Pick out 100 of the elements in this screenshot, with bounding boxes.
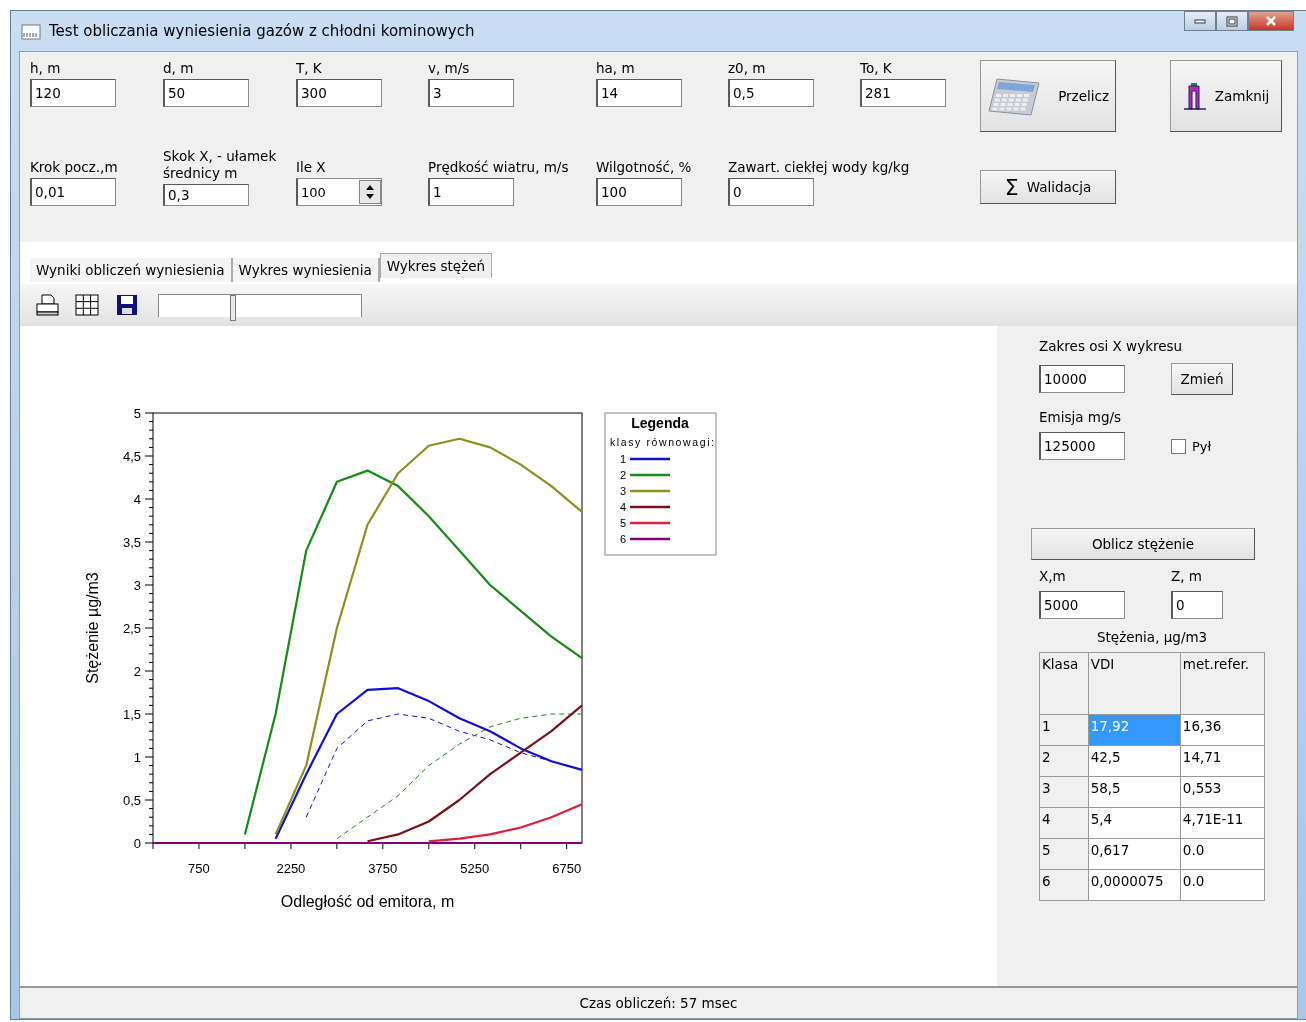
maximize-icon	[1226, 15, 1238, 27]
x-tick-label: 2250	[276, 861, 306, 876]
input-field[interactable]: 0,01	[30, 178, 116, 206]
table-cell: 4,71E-11	[1180, 807, 1265, 839]
tab[interactable]: Wyniki obliczeń wyniesienia	[30, 258, 233, 282]
minimize-icon	[1194, 18, 1206, 24]
y-tick-label: 3	[133, 578, 141, 593]
legend-label: 4	[620, 501, 627, 513]
field-label: Ile X	[296, 159, 327, 176]
legend-swatch	[630, 457, 670, 461]
field-label: Zakres osi X wykresu	[1039, 338, 1184, 355]
input-field[interactable]: 1	[428, 178, 514, 206]
grid-icon[interactable]	[74, 292, 100, 318]
y-tick-label: 0	[133, 836, 141, 851]
spinner-field[interactable]: 100	[296, 178, 382, 206]
input-field[interactable]: 10000	[1039, 365, 1125, 393]
table-cell: 58,5	[1088, 776, 1181, 808]
legend-swatch	[630, 505, 670, 509]
y-tick-label: 3,5	[122, 535, 141, 550]
legend-subtitle: klasy równowagi:	[610, 436, 714, 448]
table-cell: 2	[1039, 745, 1089, 777]
input-field[interactable]: 300	[296, 79, 382, 107]
input-field[interactable]: 125000	[1039, 432, 1125, 460]
legend-swatch	[630, 521, 670, 525]
change-button[interactable]: Zmień	[1171, 363, 1233, 395]
input-field[interactable]: 14	[596, 79, 682, 107]
tab[interactable]: Wykres wyniesienia	[232, 258, 380, 282]
field-label: To, K	[860, 60, 893, 77]
close-button[interactable]	[1248, 11, 1294, 31]
table-cell: 42,5	[1088, 745, 1181, 777]
x-tick-label: 750	[188, 861, 210, 876]
field-label: Zawart. ciekłej wody kg/kg	[728, 159, 911, 176]
y-tick-label: 2,5	[122, 621, 141, 636]
input-field[interactable]: 0	[728, 178, 814, 206]
legend-swatch	[630, 489, 670, 493]
column-header: Klasa	[1039, 652, 1089, 715]
input-field[interactable]: 50	[163, 79, 249, 107]
minimize-button[interactable]	[1184, 11, 1216, 31]
field-label: Wilgotność, %	[596, 159, 693, 176]
field-label: ha, m	[596, 60, 636, 77]
x-tick-label: 3750	[368, 861, 398, 876]
table-cell: 0.0	[1180, 869, 1265, 901]
input-field[interactable]: 281	[860, 79, 946, 107]
save-icon[interactable]	[114, 292, 140, 318]
column-header: met.refer.	[1180, 652, 1265, 715]
maximize-button[interactable]	[1216, 11, 1248, 31]
field-label: Skok X, - ułamek średnicy m	[163, 148, 278, 182]
input-field[interactable]: 120	[30, 79, 116, 107]
x-tick-label: 5250	[460, 861, 490, 876]
input-field[interactable]: 0	[1171, 591, 1223, 619]
field-label: Z, m	[1171, 568, 1203, 585]
field-label: z0, m	[728, 60, 767, 77]
tab[interactable]: Wykres stężeń	[379, 253, 493, 278]
y-axis-title: Stężenie µg/m3	[84, 572, 101, 684]
table-cell: 14,71	[1180, 745, 1265, 777]
field-label: h, m	[30, 60, 62, 77]
legend-title: Legenda	[631, 415, 689, 431]
checkbox[interactable]	[1171, 438, 1186, 454]
y-tick-label: 0,5	[122, 793, 141, 808]
table-title: Stężenia, µg/m3	[1097, 629, 1209, 646]
input-field[interactable]: 100	[596, 178, 682, 206]
table-cell: 0,0000075	[1088, 869, 1181, 901]
y-tick-label: 1	[133, 750, 141, 765]
input-field[interactable]: 5000	[1039, 591, 1125, 619]
table-cell: 0,553	[1180, 776, 1265, 808]
input-field[interactable]: 0,3	[163, 184, 249, 206]
x-tick-label: 6750	[552, 861, 582, 876]
field-label: Krok pocz.,m	[30, 159, 119, 176]
legend-label: 1	[620, 453, 627, 465]
close-app-button[interactable]: Zamknij	[1170, 60, 1282, 132]
y-tick-label: 1,5	[122, 707, 141, 722]
y-tick-label: 2	[133, 664, 141, 679]
table-cell: 5,4	[1088, 807, 1181, 839]
print-icon[interactable]	[34, 292, 60, 318]
y-tick-label: 5	[133, 406, 141, 421]
table-cell: 16,36	[1180, 714, 1265, 746]
column-header: VDI	[1088, 652, 1181, 715]
table-cell: 3	[1039, 776, 1089, 808]
close-icon	[1265, 15, 1277, 27]
table-cell: 6	[1039, 869, 1089, 901]
validate-button[interactable]: Σ Walidacja	[980, 170, 1116, 204]
legend-label: 6	[620, 533, 627, 545]
table-cell: 4	[1039, 807, 1089, 839]
recalculate-button[interactable]: Przelicz	[980, 60, 1116, 132]
app-icon	[21, 22, 41, 40]
y-tick-label: 4	[133, 492, 141, 507]
field-label: v, m/s	[428, 60, 471, 77]
input-field[interactable]: 0,5	[728, 79, 814, 107]
table-cell: 0.0	[1180, 838, 1265, 870]
slider-thumb[interactable]	[229, 294, 236, 321]
compute-button[interactable]: Oblicz stężenie	[1031, 528, 1255, 560]
legend-swatch	[630, 537, 670, 541]
field-label: Prędkość wiatru, m/s	[428, 159, 570, 176]
field-label: T, K	[296, 60, 323, 77]
y-tick-label: 4,5	[122, 449, 141, 464]
field-label: d, m	[163, 60, 195, 77]
table-cell: 17,92	[1088, 714, 1181, 746]
input-field[interactable]: 3	[428, 79, 514, 107]
spin-arrows-icon[interactable]	[359, 180, 381, 204]
table-cell: 1	[1039, 714, 1089, 746]
